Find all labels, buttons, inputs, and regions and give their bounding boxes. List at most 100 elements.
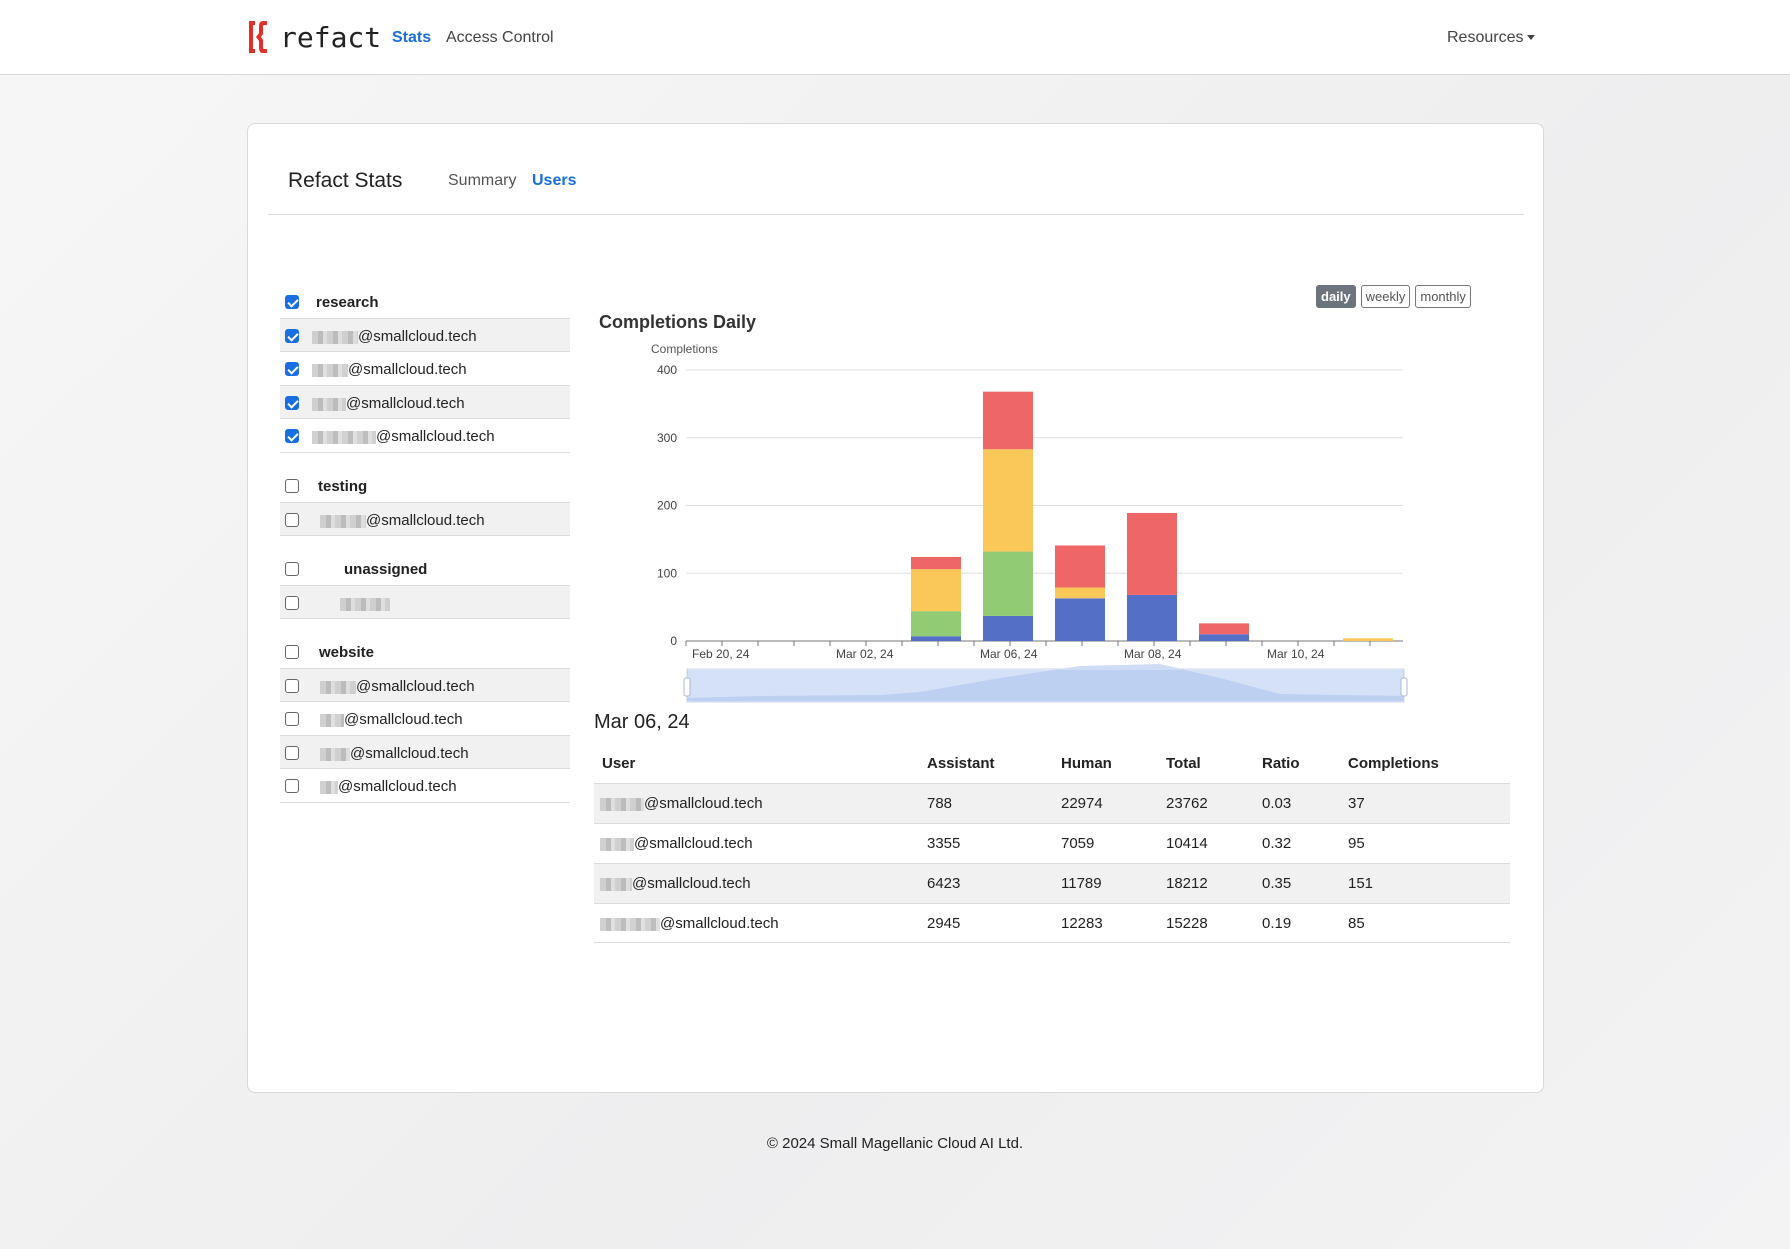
monthly-button[interactable]: monthly <box>1415 285 1471 308</box>
checkbox-user[interactable] <box>285 712 299 726</box>
refact-logo[interactable]: refact <box>246 18 381 56</box>
user-row[interactable]: @smallcloud.tech <box>280 502 570 536</box>
redacted-name <box>320 680 356 694</box>
checkbox-website[interactable] <box>285 645 299 659</box>
redacted-name <box>312 330 358 344</box>
cell-completions: 37 <box>1348 795 1365 812</box>
checkbox-user[interactable] <box>285 396 299 410</box>
x-tick-label: Mar 06, 24 <box>980 647 1038 661</box>
group-label: testing <box>318 478 368 495</box>
checkbox-user[interactable] <box>285 746 299 760</box>
checkbox-user[interactable] <box>285 596 299 610</box>
zoom-handle-right <box>1400 677 1408 697</box>
cell-assistant: 2945 <box>927 915 961 932</box>
y-tick-label: 400 <box>657 363 677 377</box>
col-header-completions: Completions <box>1348 755 1439 772</box>
col-header-human: Human <box>1061 755 1112 772</box>
redacted-name <box>320 514 366 528</box>
cell-user: @smallcloud.tech <box>644 795 763 812</box>
cell-assistant: 3355 <box>927 835 961 852</box>
refact-logo-icon <box>249 21 267 53</box>
user-email-suffix: @smallcloud.tech <box>348 361 467 378</box>
checkbox-user[interactable] <box>285 329 299 343</box>
group-label: website <box>319 644 375 661</box>
user-row[interactable]: @smallcloud.tech <box>280 702 570 736</box>
user-row[interactable]: @smallcloud.tech <box>280 318 570 352</box>
checkbox-user[interactable] <box>285 429 299 443</box>
redacted-name <box>312 397 346 411</box>
y-tick-label: 100 <box>657 566 677 580</box>
redacted-name <box>600 837 634 851</box>
cell-ratio: 0.35 <box>1262 875 1292 892</box>
bar-segment <box>1343 638 1393 641</box>
caret-down-icon <box>1527 35 1536 41</box>
redacted-name <box>320 713 344 727</box>
completions-chart[interactable]: Completions 0 100 200 300 400 Feb 20, 24 Mar 02… <box>640 340 1420 710</box>
cell-human: 11789 <box>1061 875 1102 892</box>
selected-date: Mar 06, 24 <box>594 711 690 733</box>
top-navbar: refact Stats Access Control Resources <box>0 0 1790 75</box>
card-divider <box>268 214 1524 215</box>
user-email-suffix: @smallcloud.tech <box>350 745 469 762</box>
checkbox-unassigned[interactable] <box>285 562 299 576</box>
checkbox-testing[interactable] <box>285 479 299 493</box>
user-row[interactable]: @smallcloud.tech <box>280 419 570 453</box>
user-email-suffix: @smallcloud.tech <box>376 428 495 445</box>
redacted-name <box>312 363 348 377</box>
bar-segment <box>1199 623 1249 635</box>
tab-summary[interactable]: Summary <box>448 172 516 190</box>
user-email-suffix: @smallcloud.tech <box>358 328 477 345</box>
col-header-user: User <box>602 755 636 772</box>
checkbox-user[interactable] <box>285 679 299 693</box>
group-row-testing[interactable]: testing <box>280 469 570 503</box>
group-row-research[interactable]: research <box>280 285 570 319</box>
zoom-handle-left <box>683 677 691 697</box>
bar-segment <box>911 636 961 641</box>
tab-users[interactable]: Users <box>532 172 576 190</box>
bar-segment <box>1199 634 1249 641</box>
checkbox-user[interactable] <box>285 362 299 376</box>
user-row[interactable]: @smallcloud.tech <box>280 385 570 419</box>
user-row[interactable]: @smallcloud.tech <box>280 769 570 803</box>
y-tick-label: 200 <box>657 499 677 513</box>
group-row-website[interactable]: website <box>280 635 570 669</box>
cell-completions: 85 <box>1348 915 1365 932</box>
resources-dropdown[interactable]: Resources <box>1447 29 1536 47</box>
col-header-assistant: Assistant <box>927 755 995 772</box>
period-toggle: daily weekly monthly <box>1316 285 1471 308</box>
cell-human: 7059 <box>1061 835 1095 852</box>
group-label: research <box>316 294 379 311</box>
checkbox-user[interactable] <box>285 513 299 527</box>
redacted-name <box>340 597 390 611</box>
col-header-ratio: Ratio <box>1262 755 1300 772</box>
bar-segment <box>1055 598 1105 641</box>
card-title: Refact Stats <box>288 169 403 192</box>
zoom-slider-window <box>687 670 1404 701</box>
user-row[interactable] <box>280 585 570 619</box>
table-row: @smallcloud.tech 788 22974 23762 0.03 37 <box>594 783 1510 823</box>
y-tick-label: 300 <box>657 431 677 445</box>
group-row-unassigned[interactable]: unassigned <box>280 552 570 586</box>
user-row[interactable]: @smallcloud.tech <box>280 668 570 702</box>
nav-access-control[interactable]: Access Control <box>446 29 554 47</box>
col-header-total: Total <box>1166 755 1201 772</box>
user-row[interactable]: @smallcloud.tech <box>280 352 570 386</box>
checkbox-user[interactable] <box>285 779 299 793</box>
group-label: unassigned <box>344 561 428 578</box>
bar-segment <box>1055 587 1105 599</box>
resources-label: Resources <box>1447 29 1524 46</box>
y-axis-label: Completions <box>651 342 718 356</box>
user-email-suffix: @smallcloud.tech <box>356 678 475 695</box>
daily-button[interactable]: daily <box>1316 285 1356 308</box>
cell-human: 12283 <box>1061 915 1103 932</box>
user-email-suffix: @smallcloud.tech <box>346 395 465 412</box>
cell-ratio: 0.19 <box>1262 915 1292 932</box>
bar-segment <box>1055 545 1105 588</box>
checkbox-research[interactable] <box>285 295 299 309</box>
weekly-button[interactable]: weekly <box>1360 285 1411 308</box>
user-row[interactable]: @smallcloud.tech <box>280 735 570 769</box>
redacted-name <box>312 430 376 444</box>
redacted-name <box>600 917 660 931</box>
user-email-suffix: @smallcloud.tech <box>366 512 485 529</box>
nav-stats[interactable]: Stats <box>392 29 431 47</box>
